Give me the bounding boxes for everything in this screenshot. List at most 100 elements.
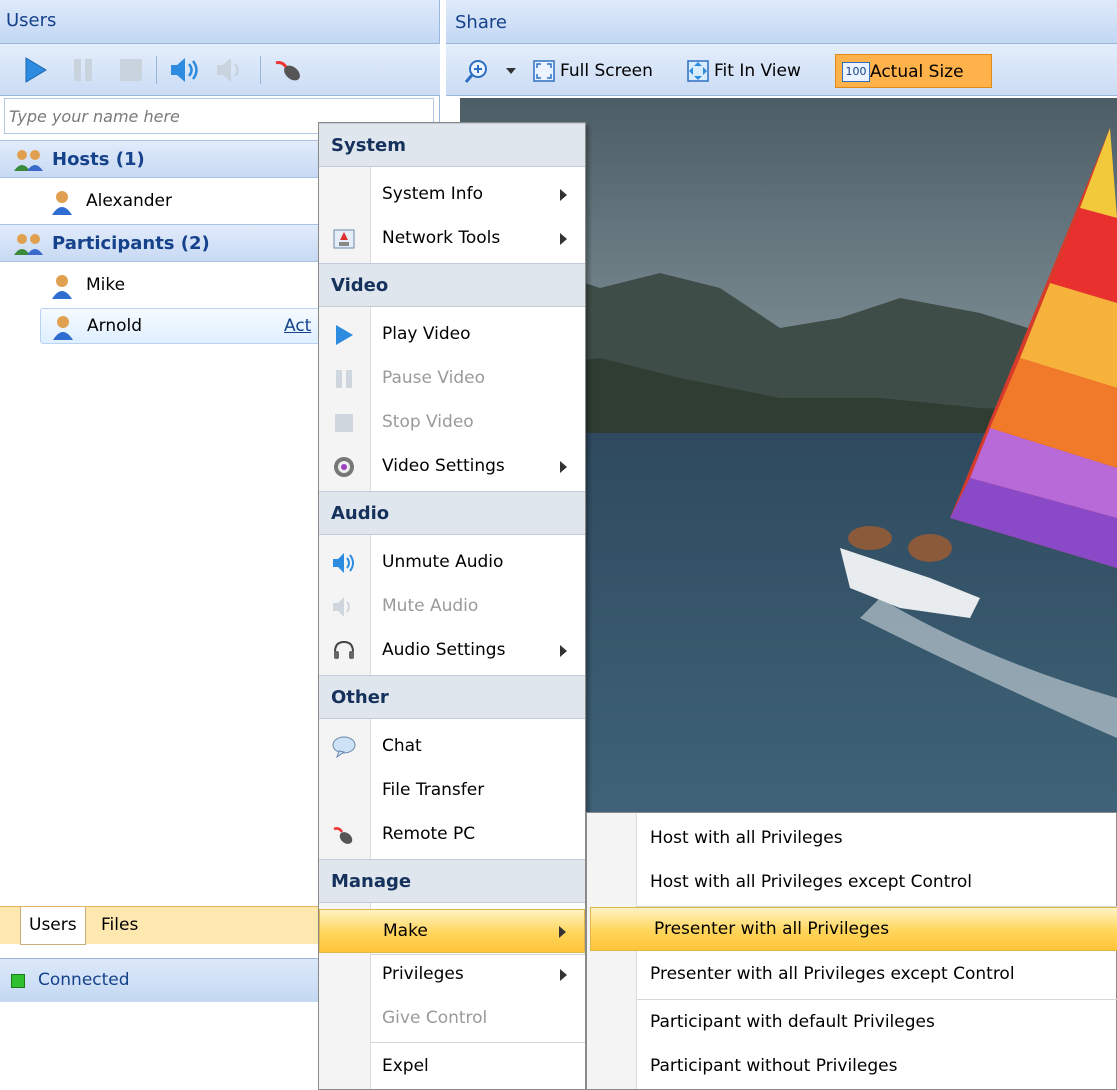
menu-section-video: Video bbox=[319, 263, 585, 307]
menu-item-unmute-audio[interactable]: Unmute Audio bbox=[319, 541, 585, 585]
menu-item-chat[interactable]: Chat bbox=[319, 725, 585, 769]
submenu-item-participant-none[interactable]: Participant without Privileges bbox=[587, 1045, 1117, 1089]
menu-item-remote-pc[interactable]: Remote PC bbox=[319, 813, 585, 857]
menu-item-label: Presenter with all Privileges bbox=[654, 919, 890, 939]
chevron-down-icon bbox=[506, 68, 516, 74]
menu-section-system: System bbox=[319, 123, 585, 167]
menu-item-mute-audio[interactable]: Mute Audio bbox=[319, 585, 585, 629]
menu-item-label: Expel bbox=[382, 1056, 429, 1076]
menu-item-audio-settings[interactable]: Audio Settings bbox=[319, 629, 585, 673]
menu-section-audio: Audio bbox=[319, 491, 585, 535]
submenu-item-presenter-except-control[interactable]: Presenter with all Privileges except Con… bbox=[587, 953, 1117, 997]
menu-section-other: Other bbox=[319, 675, 585, 719]
context-menu: System System Info Network Tools Video P… bbox=[318, 122, 586, 1090]
speaker-icon[interactable] bbox=[168, 53, 198, 87]
toolbar-separator bbox=[260, 56, 261, 84]
user-icon bbox=[51, 314, 75, 340]
submenu-arrow-icon bbox=[559, 926, 566, 938]
menu-item-label: Privileges bbox=[382, 964, 464, 984]
menu-item-label: File Transfer bbox=[382, 780, 485, 800]
menu-item-label: Mute Audio bbox=[382, 596, 479, 616]
remote-mouse-icon[interactable] bbox=[272, 53, 302, 87]
tab-users[interactable]: Users bbox=[20, 907, 86, 945]
user-name: Mike bbox=[86, 275, 126, 295]
user-action-link[interactable]: Act bbox=[284, 316, 311, 336]
menu-item-label: Participant with default Privileges bbox=[650, 1012, 935, 1032]
menu-item-label: Chat bbox=[382, 736, 422, 756]
full-screen-button[interactable]: Full Screen bbox=[526, 54, 659, 88]
stop-icon[interactable] bbox=[116, 53, 146, 87]
menu-item-label: System Info bbox=[382, 184, 483, 204]
play-icon bbox=[331, 322, 357, 348]
menu-item-label: Presenter with all Privileges except Con… bbox=[650, 964, 1015, 984]
participants-label: Participants (2) bbox=[52, 233, 210, 254]
menu-item-label: Audio Settings bbox=[382, 640, 506, 660]
menu-item-system-info[interactable]: System Info bbox=[319, 173, 585, 217]
menu-section-manage: Manage bbox=[319, 859, 585, 903]
menu-item-label: Host with all Privileges bbox=[650, 828, 843, 848]
menu-item-privileges[interactable]: Privileges bbox=[319, 953, 585, 997]
submenu-item-presenter-all[interactable]: Presenter with all Privileges bbox=[590, 907, 1117, 951]
menu-item-label: Participant without Privileges bbox=[650, 1056, 898, 1076]
submenu-item-host-all[interactable]: Host with all Privileges bbox=[587, 817, 1117, 861]
actual-size-button[interactable]: 100 Actual Size bbox=[835, 54, 992, 88]
submenu-item-participant-default[interactable]: Participant with default Privileges bbox=[587, 1001, 1117, 1045]
user-name: Arnold bbox=[87, 316, 143, 336]
mute-speaker-icon bbox=[331, 594, 357, 620]
full-screen-icon bbox=[532, 59, 556, 83]
stop-icon bbox=[331, 410, 357, 436]
menu-item-file-transfer[interactable]: File Transfer bbox=[319, 769, 585, 813]
menu-item-video-settings[interactable]: Video Settings bbox=[319, 445, 585, 489]
chat-bubble-icon bbox=[331, 734, 357, 760]
user-icon bbox=[50, 273, 74, 299]
menu-item-label: Remote PC bbox=[382, 824, 476, 844]
fit-in-view-button[interactable]: Fit In View bbox=[680, 54, 807, 88]
users-panel-title: Users bbox=[0, 0, 439, 44]
submenu-arrow-icon bbox=[560, 461, 567, 473]
menu-item-stop-video[interactable]: Stop Video bbox=[319, 401, 585, 445]
users-toolbar bbox=[0, 44, 440, 96]
connected-indicator-icon bbox=[11, 974, 25, 988]
menu-item-give-control[interactable]: Give Control bbox=[319, 997, 585, 1041]
menu-item-label: Give Control bbox=[382, 1008, 488, 1028]
actual-size-label: Actual Size bbox=[870, 62, 964, 82]
tab-files[interactable]: Files bbox=[93, 907, 146, 945]
menu-item-expel[interactable]: Expel bbox=[319, 1045, 585, 1089]
menu-item-label: Network Tools bbox=[382, 228, 501, 248]
menu-item-label: Pause Video bbox=[382, 368, 486, 388]
full-screen-label: Full Screen bbox=[560, 61, 653, 81]
menu-item-label: Video Settings bbox=[382, 456, 505, 476]
fit-in-view-icon bbox=[686, 59, 710, 83]
submenu-arrow-icon bbox=[560, 233, 567, 245]
actual-size-badge: 100 bbox=[842, 62, 870, 82]
mute-speaker-icon[interactable] bbox=[214, 53, 244, 87]
pause-icon bbox=[331, 366, 357, 392]
menu-item-network-tools[interactable]: Network Tools bbox=[319, 217, 585, 261]
menu-item-label: Unmute Audio bbox=[382, 552, 504, 572]
menu-item-make[interactable]: Make bbox=[319, 909, 585, 953]
fit-in-view-label: Fit In View bbox=[714, 61, 801, 81]
user-icon bbox=[50, 189, 74, 215]
speaker-icon bbox=[331, 550, 357, 576]
submenu-item-host-except-control[interactable]: Host with all Privileges except Control bbox=[587, 861, 1117, 905]
menu-item-play-video[interactable]: Play Video bbox=[319, 313, 585, 357]
webcam-icon bbox=[331, 454, 357, 480]
status-text: Connected bbox=[38, 970, 130, 990]
network-tools-icon bbox=[331, 226, 357, 252]
menu-separator bbox=[371, 1042, 585, 1043]
share-panel-title: Share bbox=[446, 0, 1117, 44]
menu-separator bbox=[637, 999, 1117, 1000]
menu-item-label: Stop Video bbox=[382, 412, 474, 432]
play-icon[interactable] bbox=[20, 53, 50, 87]
hosts-label: Hosts (1) bbox=[52, 149, 145, 170]
user-name: Alexander bbox=[86, 191, 173, 211]
zoom-dropdown-button[interactable] bbox=[458, 54, 524, 88]
pause-icon[interactable] bbox=[68, 53, 98, 87]
share-toolbar: Full Screen Fit In View 100 Actual Size bbox=[446, 44, 1117, 96]
submenu-arrow-icon bbox=[560, 969, 567, 981]
make-submenu: Host with all Privileges Host with all P… bbox=[586, 812, 1117, 1090]
menu-item-pause-video[interactable]: Pause Video bbox=[319, 357, 585, 401]
group-users-icon bbox=[12, 147, 46, 173]
menu-item-label: Make bbox=[383, 921, 428, 941]
group-users-icon bbox=[12, 231, 46, 257]
